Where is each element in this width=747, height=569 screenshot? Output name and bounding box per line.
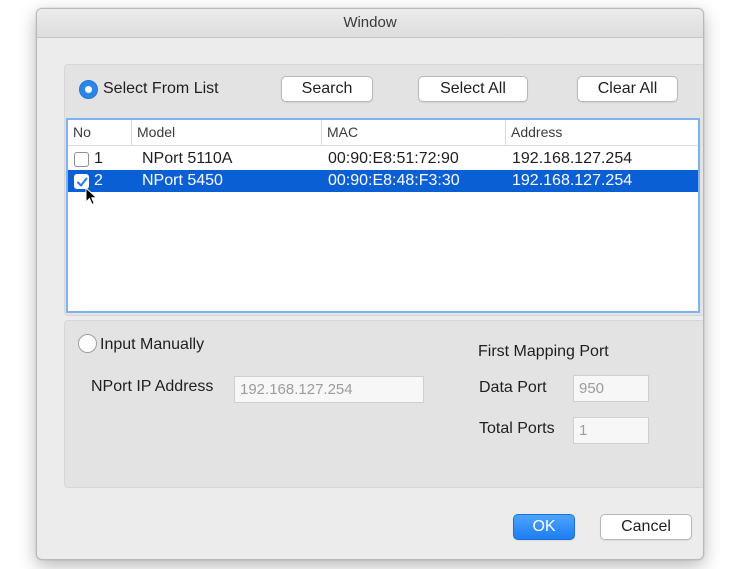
nport-ip-address-label: NPort IP Address — [91, 378, 214, 395]
row-mac: 00:90:E8:48:F3:30 — [328, 172, 460, 189]
data-port-field[interactable]: 950 — [573, 375, 649, 402]
row-address: 192.168.127.254 — [512, 150, 633, 167]
row-model: NPort 5110A — [142, 150, 233, 167]
first-mapping-port-label: First Mapping Port — [478, 343, 609, 360]
select-all-button[interactable]: Select All — [418, 76, 528, 102]
dialog-window: Window Select From List Search Select Al… — [36, 8, 704, 560]
table-header: No Model MAC Address — [68, 120, 698, 146]
ok-button[interactable]: OK — [513, 514, 575, 540]
row-model: NPort 5450 — [142, 172, 223, 189]
table-row[interactable]: 1 NPort 5110A 00:90:E8:51:72:90 192.168.… — [68, 148, 698, 170]
row-address: 192.168.127.254 — [512, 172, 633, 189]
clear-all-button[interactable]: Clear All — [577, 76, 678, 102]
cancel-button[interactable]: Cancel — [600, 514, 692, 540]
input-manually-radio[interactable] — [78, 334, 97, 353]
arrow-cursor-icon — [85, 187, 98, 206]
table-row-selected[interactable]: 2 NPort 5450 00:90:E8:48:F3:30 192.168.1… — [68, 170, 698, 192]
total-ports-field[interactable]: 1 — [573, 417, 649, 444]
column-header-model[interactable]: Model — [131, 120, 321, 146]
column-header-no[interactable]: No — [68, 120, 131, 146]
input-manually-label: Input Manually — [100, 336, 205, 353]
window-title: Window — [37, 9, 703, 38]
column-header-address[interactable]: Address — [505, 120, 698, 146]
column-header-mac[interactable]: MAC — [321, 120, 505, 146]
row-checkbox[interactable] — [74, 152, 89, 167]
select-from-list-radio[interactable] — [79, 80, 98, 99]
total-ports-label: Total Ports — [479, 420, 555, 437]
nport-ip-address-field[interactable]: 192.168.127.254 — [234, 376, 424, 403]
select-from-list-label: Select From List — [103, 80, 219, 97]
row-no: 1 — [94, 150, 103, 167]
device-table[interactable]: No Model MAC Address 1 NPort 5110A 00:90… — [66, 118, 700, 313]
data-port-label: Data Port — [479, 379, 547, 396]
row-mac: 00:90:E8:51:72:90 — [328, 150, 459, 167]
search-button[interactable]: Search — [281, 76, 373, 102]
